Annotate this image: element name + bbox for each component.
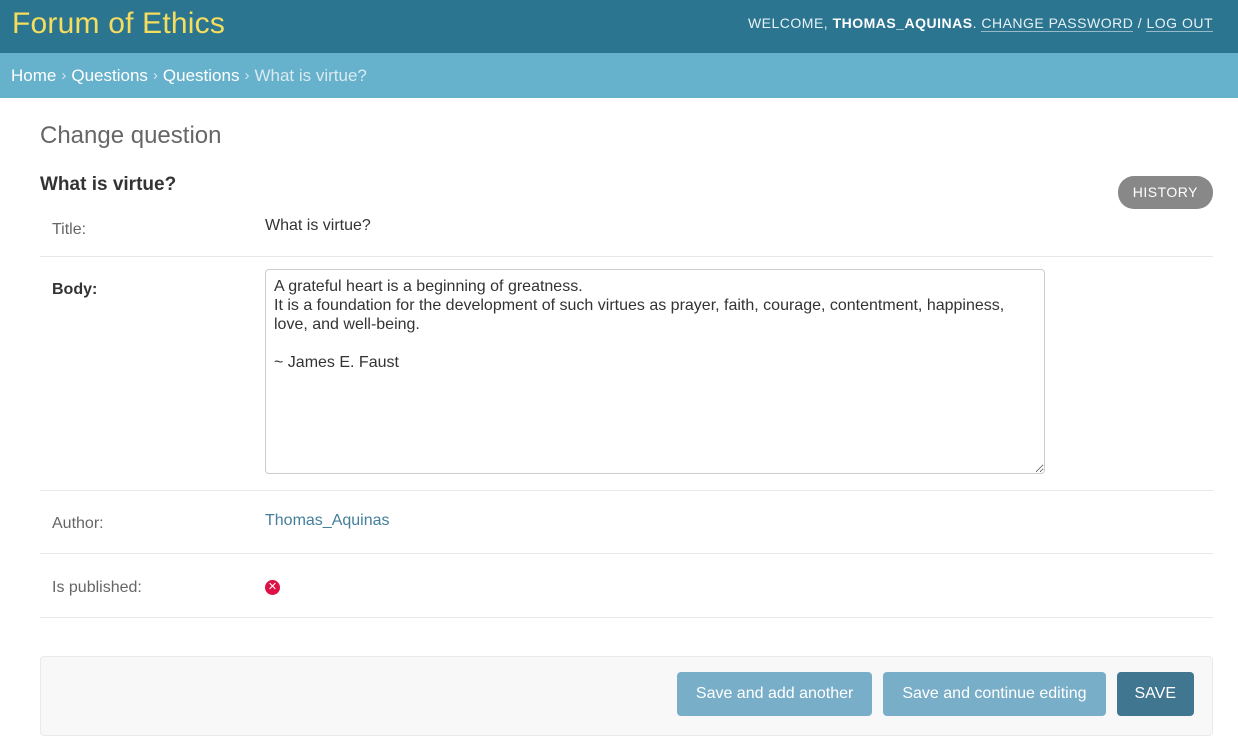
author-label: Author: [52,515,104,532]
object-title: What is virtue? [40,174,177,195]
page-title: Change question [40,122,222,149]
site-branding[interactable]: Forum of Ethics [12,8,225,39]
breadcrumb-app-questions[interactable]: Questions [71,66,148,86]
x-circle-icon: ✕ [265,580,280,595]
user-tools: Welcome, Thomas_Aquinas. Change password… [747,14,1213,32]
username: Thomas_Aquinas [832,14,973,31]
save-button[interactable]: Save [1116,672,1194,716]
breadcrumb-current: What is virtue? [254,65,367,85]
form-row-author: Author: Thomas_Aquinas [40,491,1213,554]
breadcrumb-separator: › [244,67,250,84]
form-row-is-published: Is published: ✕ [40,554,1213,618]
title-value: What is virtue? [265,217,371,234]
form-row-body: Body: [40,257,1213,491]
submit-row: Save and add another Save and continue e… [40,656,1213,736]
main-content: Change question History What is virtue? … [0,122,1238,736]
log-out-link[interactable]: Log out [1146,14,1213,32]
title-label: Title: [52,221,87,238]
form-row-title: Title: What is virtue? [40,210,1213,257]
breadcrumb-separator: › [152,67,158,84]
is-published-label: Is published: [52,579,142,596]
welcome-text: Welcome, [747,14,833,31]
body-label: Body: [52,281,98,298]
breadcrumb-home[interactable]: Home [11,66,56,86]
author-link[interactable]: Thomas_Aquinas [265,512,390,529]
save-and-add-another-button[interactable]: Save and add another [676,672,873,716]
history-button[interactable]: History [1117,176,1213,209]
change-password-link[interactable]: Change password [981,14,1134,32]
site-header: Forum of Ethics Welcome, Thomas_Aquinas.… [0,0,1238,53]
save-and-continue-button[interactable]: Save and continue editing [883,672,1106,716]
user-tools-separator: / [1133,14,1147,31]
breadcrumb-separator: › [61,67,67,84]
breadcrumb: Home › Questions › Questions › What is v… [0,53,1238,98]
breadcrumb-model-questions[interactable]: Questions [163,66,240,86]
body-textarea[interactable] [265,269,1045,474]
